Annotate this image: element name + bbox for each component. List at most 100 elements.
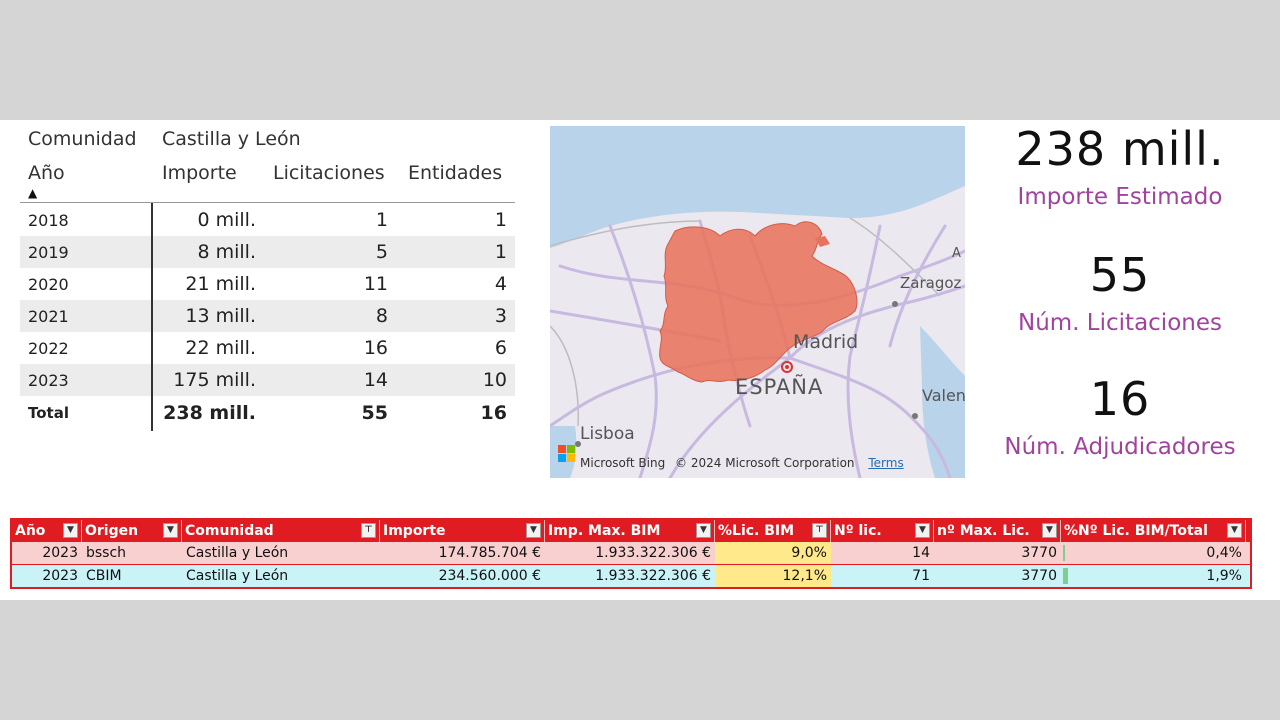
kpi-value: 16: [1089, 372, 1151, 426]
column-header-imp-max-bim: Imp. Max. BIM ▼: [545, 520, 715, 542]
column-header-origen: Origen ▼: [82, 520, 182, 542]
row-licitaciones: 8: [375, 305, 388, 327]
column-header-entidades[interactable]: Entidades: [408, 162, 502, 184]
row-entidades: 16: [480, 402, 507, 424]
row-entidades: 1: [494, 241, 507, 263]
row-licitaciones: 16: [363, 337, 388, 359]
filter-applied-icon[interactable]: ⊤: [361, 523, 376, 538]
cell-year[interactable]: 2023: [12, 565, 82, 587]
cell-importe[interactable]: 234.560.000 €: [380, 565, 545, 587]
row-licitaciones: 11: [363, 273, 388, 295]
table-row: 2023 bssch Castilla y León 174.785.704 €…: [12, 542, 1250, 564]
column-header-year[interactable]: Año: [28, 162, 65, 184]
filter-dropdown-icon[interactable]: ▼: [526, 523, 541, 538]
cell-pct-lic[interactable]: 9,0%: [715, 542, 831, 564]
column-header-importe[interactable]: Importe: [162, 162, 237, 184]
kpi-label: Núm. Licitaciones: [1018, 310, 1222, 336]
row-year: 2022: [28, 339, 69, 358]
column-header-licitaciones[interactable]: Licitaciones: [273, 162, 385, 184]
row-licitaciones: 1: [375, 209, 388, 231]
row-entidades: 1: [494, 209, 507, 231]
map-label-lisboa: Lisboa: [580, 424, 635, 444]
row-entidades: 10: [482, 369, 507, 391]
column-header-n-max-lic: nº Max. Lic. ▼: [934, 520, 1061, 542]
kpi-adjudicadores: 16 Núm. Adjudicadores: [985, 372, 1255, 460]
header-divider: [20, 202, 515, 203]
row-licitaciones: 55: [361, 402, 388, 424]
cell-n-lic[interactable]: 14: [831, 542, 934, 564]
filter-value[interactable]: Castilla y León: [162, 128, 301, 150]
filter-dropdown-icon[interactable]: ▼: [63, 523, 78, 538]
map-label-madrid: Madrid: [793, 331, 859, 353]
kpi-licitaciones: 55 Núm. Licitaciones: [985, 248, 1255, 336]
cell-comunidad[interactable]: Castilla y León: [182, 542, 380, 564]
row-year: 2018: [28, 211, 69, 230]
cell-n-max[interactable]: 3770: [934, 542, 1061, 564]
column-header-ano: Año ▼: [12, 520, 82, 542]
filter-dropdown-icon[interactable]: ▼: [696, 523, 711, 538]
row-entidades: 4: [494, 273, 507, 295]
kpi-value: 238 mill.: [1015, 122, 1225, 176]
column-header-n-lic: Nº lic. ▼: [831, 520, 934, 542]
row-importe: 175 mill.: [173, 369, 256, 391]
map-label-edge: A: [952, 246, 961, 261]
map-credit: Microsoft Bing © 2024 Microsoft Corporat…: [580, 456, 904, 470]
row-importe: 238 mill.: [163, 402, 256, 424]
row-licitaciones: 14: [363, 369, 388, 391]
filter-dropdown-icon[interactable]: ▼: [1227, 523, 1242, 538]
cell-n-max[interactable]: 3770: [934, 565, 1061, 587]
spreadsheet-header-row: Año ▼ Origen ▼ Comunidad ⊤ Importe ▼ Imp. Ma…: [12, 520, 1250, 542]
data-bar: [1063, 545, 1065, 561]
row-importe: 22 mill.: [185, 337, 256, 359]
cell-importe[interactable]: 174.785.704 €: [380, 542, 545, 564]
column-divider: [151, 203, 153, 431]
map-label-zaragoza: Zaragoz: [900, 274, 962, 292]
filter-dropdown-icon[interactable]: ▼: [915, 523, 930, 538]
map-visual[interactable]: Zaragoz Madrid ESPAÑA Lisboa Valen A Mic…: [550, 126, 965, 478]
cell-origen[interactable]: CBIM: [82, 565, 182, 587]
data-bar: [1063, 568, 1068, 584]
row-year: 2023: [28, 371, 69, 390]
cell-origen[interactable]: bssch: [82, 542, 182, 564]
row-importe: 8 mill.: [197, 241, 256, 263]
row-year: 2019: [28, 243, 69, 262]
row-year: 2021: [28, 307, 69, 326]
cell-pct-n[interactable]: 0,4%: [1061, 542, 1246, 564]
copyright-text: © 2024 Microsoft Corporation: [675, 456, 855, 470]
bing-logo-text: Microsoft Bing: [580, 456, 666, 470]
spreadsheet-table: Año ▼ Origen ▼ Comunidad ⊤ Importe ▼ Imp. Ma…: [10, 518, 1252, 589]
table-row: 2020 21 mill. 11 4: [20, 268, 515, 300]
cell-imp-max[interactable]: 1.933.322.306 €: [545, 565, 715, 587]
kpi-label: Núm. Adjudicadores: [1004, 434, 1236, 460]
row-licitaciones: 5: [375, 241, 388, 263]
row-year: 2020: [28, 275, 69, 294]
row-importe: 13 mill.: [185, 305, 256, 327]
cell-comunidad[interactable]: Castilla y León: [182, 565, 380, 587]
terms-link[interactable]: Terms: [868, 456, 903, 470]
sort-ascending-icon[interactable]: ▲: [28, 186, 37, 200]
filter-label: Comunidad: [28, 128, 137, 150]
row-entidades: 6: [494, 337, 507, 359]
table-row: 2021 13 mill. 8 3: [20, 300, 515, 332]
filter-dropdown-icon[interactable]: ▼: [1042, 523, 1057, 538]
map-label-espana: ESPAÑA: [735, 375, 824, 399]
table-row: 2023 CBIM Castilla y León 234.560.000 € …: [12, 564, 1250, 587]
cell-imp-max[interactable]: 1.933.322.306 €: [545, 542, 715, 564]
column-header-pct-n-lic: %Nº Lic. BIM/Total ▼: [1061, 520, 1246, 542]
filter-dropdown-icon[interactable]: ▼: [163, 523, 178, 538]
dashboard-panel: Comunidad Castilla y León Año ▲ Importe …: [0, 120, 1280, 600]
cell-pct-n[interactable]: 1,9%: [1061, 565, 1246, 587]
cell-n-lic[interactable]: 71: [831, 565, 934, 587]
table-row: 2019 8 mill. 5 1: [20, 236, 515, 268]
cell-year[interactable]: 2023: [12, 542, 82, 564]
column-header-pct-lic-bim: %Lic. BIM ⊤: [715, 520, 831, 542]
filter-applied-icon[interactable]: ⊤: [812, 523, 827, 538]
cell-pct-lic[interactable]: 12,1%: [715, 565, 831, 587]
table-row: 2018 0 mill. 1 1: [20, 204, 515, 236]
map-label-valencia: Valen: [922, 386, 965, 405]
row-year: Total: [28, 404, 69, 422]
kpi-label: Importe Estimado: [1017, 184, 1223, 210]
row-importe: 21 mill.: [185, 273, 256, 295]
row-importe: 0 mill.: [197, 209, 256, 231]
total-row: Total 238 mill. 55 16: [20, 397, 515, 429]
